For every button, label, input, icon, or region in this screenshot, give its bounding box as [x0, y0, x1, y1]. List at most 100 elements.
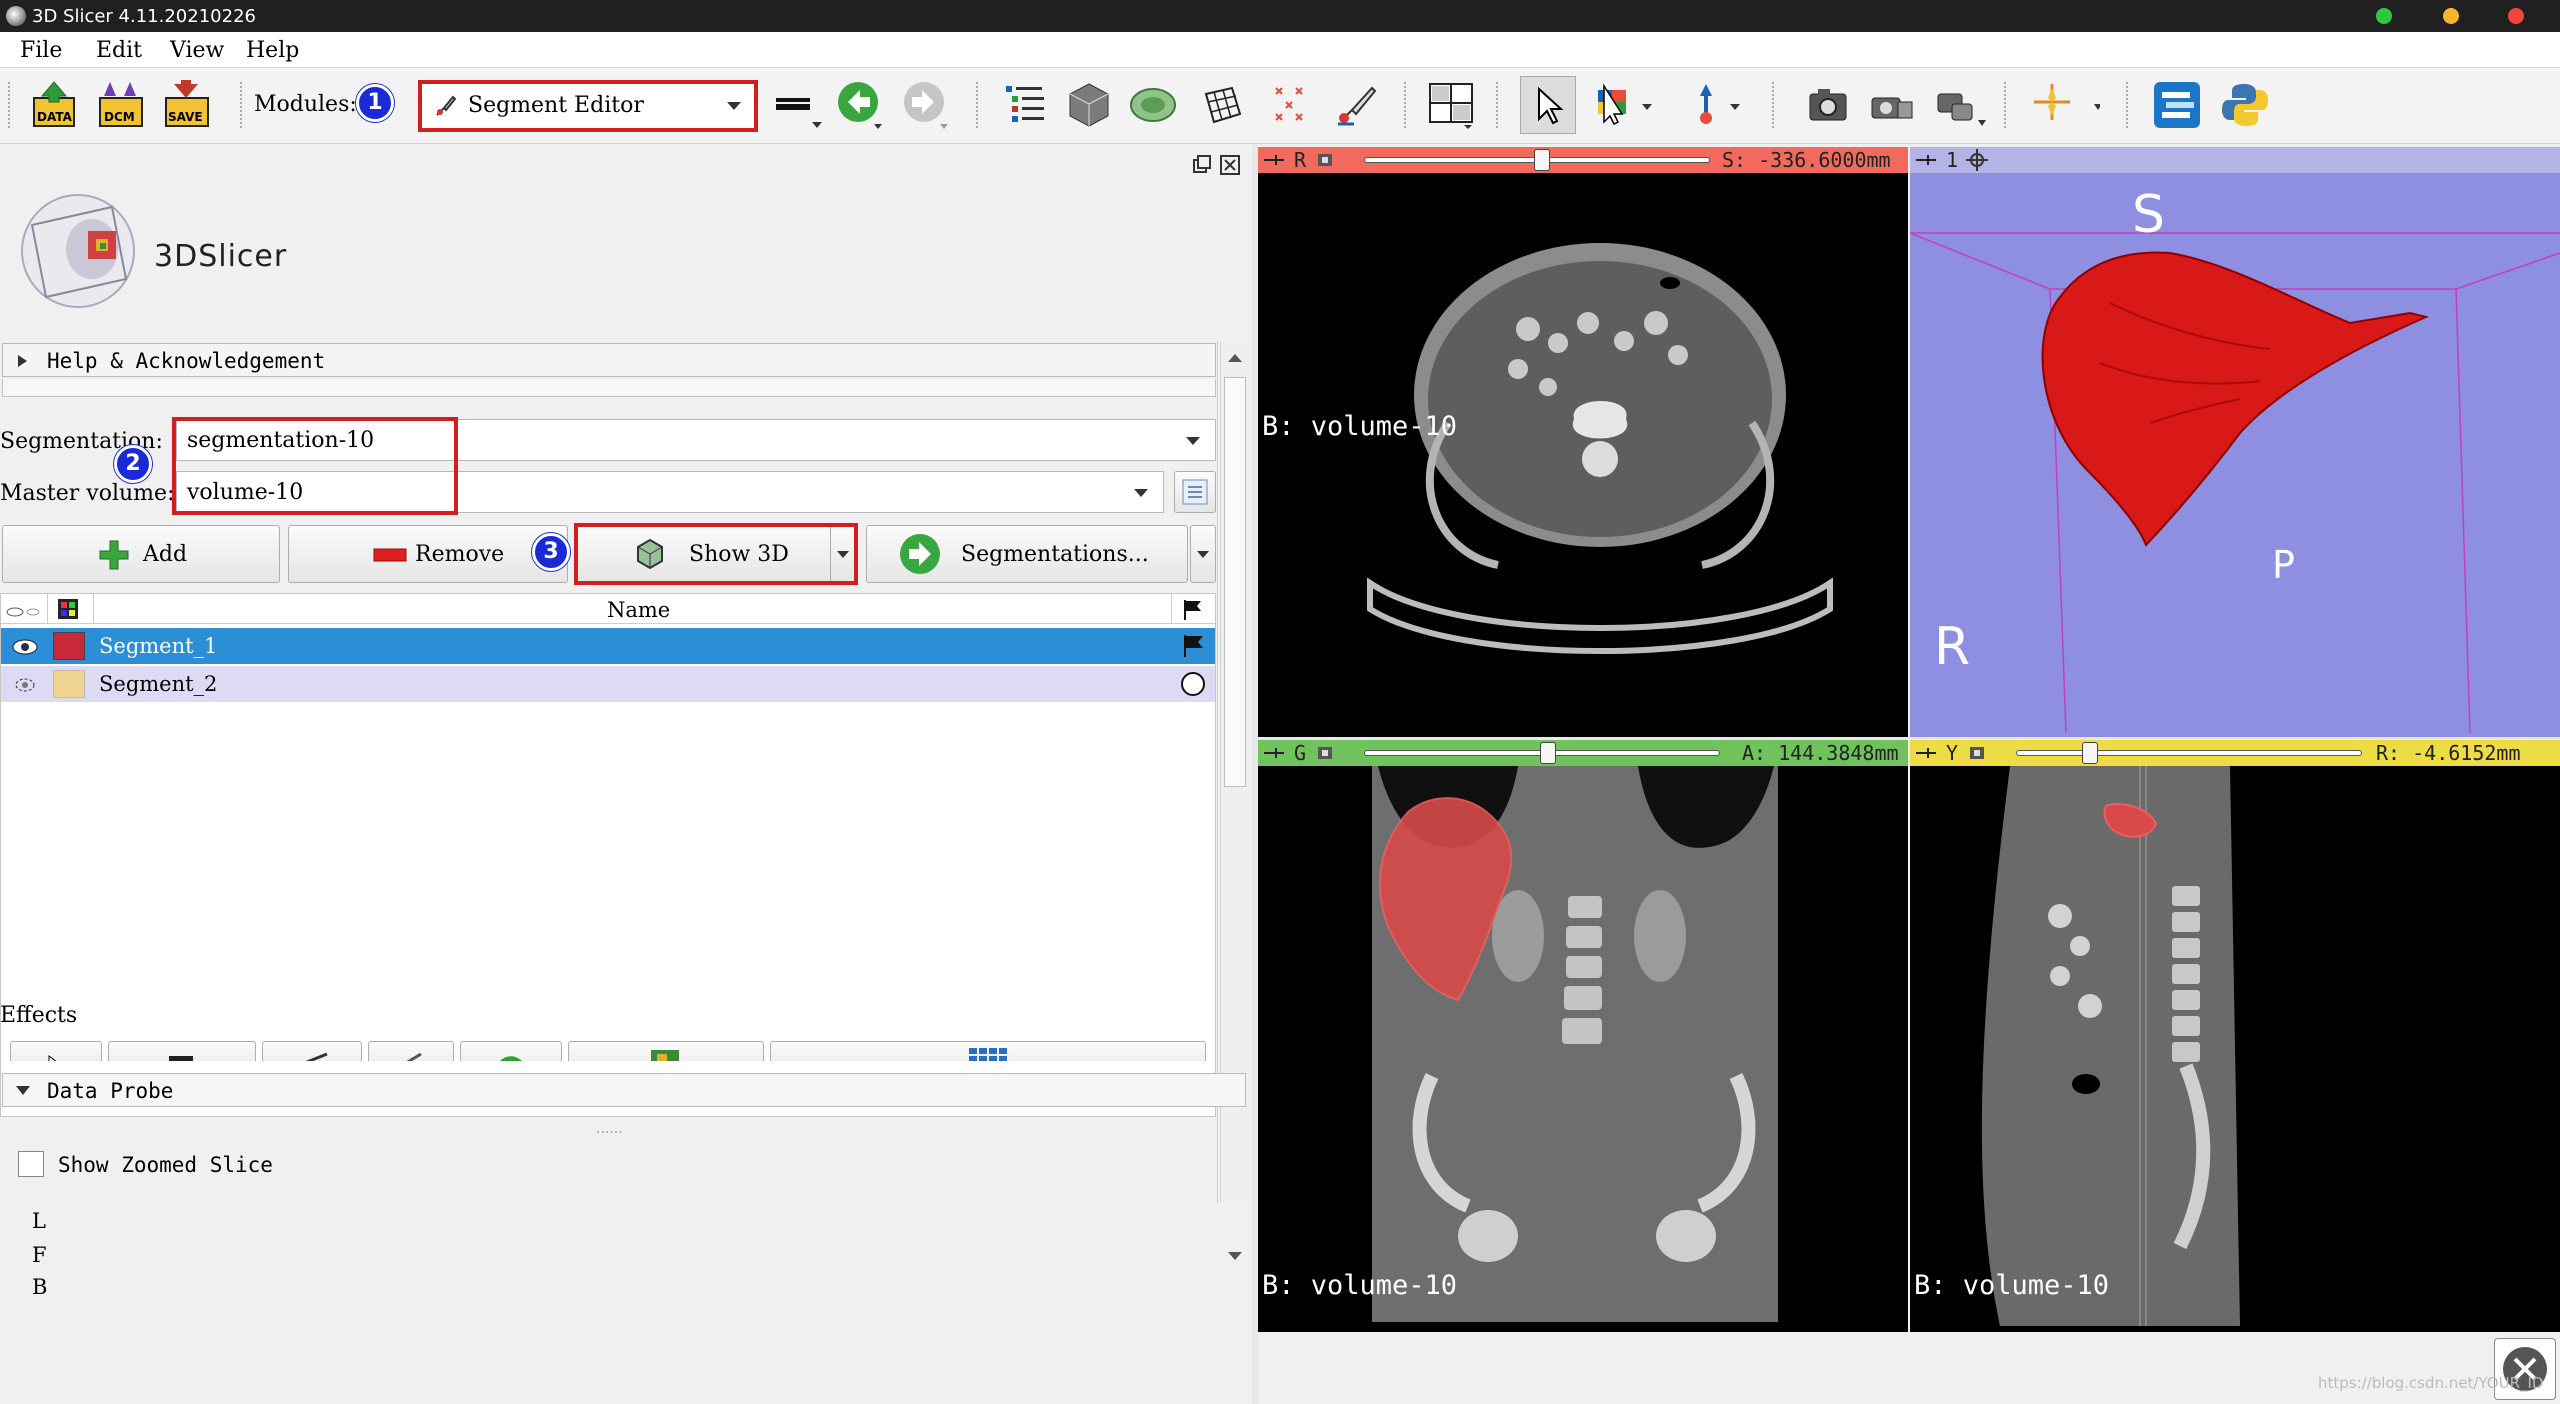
master-volume-options-button[interactable] — [1174, 471, 1216, 513]
visibility-header-icon — [6, 607, 40, 617]
view-transform-mode-button[interactable] — [1520, 76, 1576, 134]
green-slice-view[interactable]: G A: 144.3848mm B: volume-10 — [1258, 740, 1908, 1332]
chevron-down-icon — [1197, 551, 1209, 558]
data-module-button[interactable] — [1002, 80, 1052, 130]
title-bar: 3D Slicer 4.11.20210226 — [0, 0, 2560, 32]
yellow-offset-slider[interactable] — [2016, 750, 2362, 756]
minimize-dot-icon[interactable] — [2443, 8, 2459, 24]
yellow-slice-view[interactable]: Y R: -4.6152mm B: volume-10 — [1910, 740, 2560, 1332]
toolbar-grip — [1772, 82, 1776, 128]
arrow-right-icon — [900, 534, 940, 574]
center-view-icon[interactable] — [1966, 149, 1988, 171]
segmentations-module-button[interactable]: Segmentations... — [866, 525, 1188, 583]
highlight-box-segmentation — [172, 417, 458, 515]
markups-module-button[interactable] — [1264, 80, 1314, 130]
plus-icon — [99, 540, 129, 570]
name-column-header[interactable]: Name — [607, 598, 670, 622]
segment-color-swatch[interactable] — [53, 670, 85, 698]
table-row[interactable]: Segment_2 — [1, 666, 1215, 702]
scrollbar-thumb[interactable] — [1224, 377, 1246, 787]
chevron-up-icon[interactable] — [1227, 353, 1243, 363]
status-circle-icon[interactable] — [1179, 670, 1207, 698]
effect-paint-button[interactable] — [108, 1041, 256, 1061]
menu-file[interactable]: File — [20, 38, 62, 63]
yellow-offset-slider-handle[interactable] — [2082, 742, 2098, 764]
menu-view[interactable]: View — [170, 38, 224, 63]
segment-name[interactable]: Segment_2 — [99, 672, 217, 696]
pin-icon[interactable] — [1262, 150, 1286, 170]
threed-view[interactable]: 1 S P R — [1910, 147, 2560, 737]
link-icon[interactable] — [1314, 743, 1336, 763]
link-icon[interactable] — [1314, 150, 1336, 170]
probe-f-label: F — [32, 1243, 47, 1267]
eye-hidden-icon[interactable] — [11, 674, 39, 696]
pin-icon[interactable] — [1914, 150, 1938, 170]
python-console-button[interactable] — [2220, 80, 2270, 130]
draw-icon — [305, 1052, 328, 1061]
dicom-button[interactable]: DCM — [96, 80, 146, 130]
scene-view-button[interactable] — [1868, 80, 1918, 130]
red-slice-view[interactable]: R S: -336.6000mm B: volume-10 — [1258, 147, 1908, 737]
table-row[interactable]: Segment_1 — [1, 628, 1215, 664]
menu-edit[interactable]: Edit — [96, 38, 142, 63]
menu-help[interactable]: Help — [246, 38, 299, 63]
remove-segment-button[interactable]: Remove — [288, 525, 568, 583]
erase-icon — [406, 1052, 422, 1061]
effect-level-tracing-button[interactable] — [460, 1041, 562, 1061]
layout-selector-button[interactable] — [1426, 80, 1476, 130]
segment-color-swatch[interactable] — [53, 632, 85, 660]
volumes-module-button[interactable] — [1064, 80, 1114, 130]
forward-button[interactable] — [902, 80, 952, 130]
maximize-dot-icon[interactable] — [2376, 8, 2392, 24]
effect-none-button[interactable] — [10, 1041, 102, 1061]
paint-icon — [169, 1056, 193, 1061]
green-offset-slider-handle[interactable] — [1540, 742, 1556, 764]
show-zoomed-slice-checkbox[interactable] — [18, 1151, 44, 1177]
data-probe-section[interactable]: Data Probe — [2, 1073, 1246, 1107]
chevron-down-icon[interactable] — [1227, 1251, 1243, 1261]
place-fiducial-button[interactable] — [1684, 80, 1740, 130]
chevron-down-icon — [1186, 437, 1200, 445]
eye-visible-icon[interactable] — [11, 636, 39, 658]
add-segment-button[interactable]: Add — [2, 525, 280, 583]
crosshair-button[interactable] — [2030, 80, 2102, 130]
models-module-button[interactable] — [1128, 80, 1178, 130]
undock-icon[interactable] — [1192, 155, 1212, 175]
back-button[interactable] — [836, 80, 886, 130]
arrow-right-icon — [904, 82, 948, 129]
layout-dropdown-button[interactable] — [776, 80, 826, 130]
modules-label: Modules: — [254, 92, 357, 117]
segment-name[interactable]: Segment_1 — [99, 634, 217, 658]
main-toolbar: DATA DCM SAVE Modules: 1 Segment Editor — [0, 68, 2560, 144]
pin-icon[interactable] — [1262, 743, 1286, 763]
tree-list-icon — [1006, 86, 1044, 122]
effect-draw-button[interactable] — [262, 1041, 362, 1061]
toolbar-grip — [1496, 82, 1500, 128]
link-icon[interactable] — [1966, 743, 1988, 763]
effect-islands-button[interactable] — [770, 1041, 1206, 1061]
help-section[interactable]: Help & Acknowledgement — [2, 343, 1216, 377]
close-panel-icon[interactable] — [1220, 155, 1240, 175]
effect-grow-from-seeds-button[interactable] — [568, 1041, 764, 1061]
probe-l-label: L — [32, 1209, 46, 1233]
help-section-body — [2, 379, 1216, 397]
close-dot-icon[interactable] — [2508, 8, 2524, 24]
screenshot-button[interactable] — [1804, 80, 1854, 130]
segmentations-menu-button[interactable] — [1190, 525, 1216, 583]
effect-erase-button[interactable] — [368, 1041, 454, 1061]
red-offset-slider-handle[interactable] — [1534, 149, 1550, 171]
transforms-module-button[interactable] — [1196, 80, 1246, 130]
step-badge-2: 2 — [114, 445, 152, 483]
save-button[interactable]: SAVE — [162, 80, 212, 130]
capture-button[interactable] — [1934, 80, 1986, 130]
flag-icon[interactable] — [1181, 633, 1207, 659]
chevron-down-icon — [1134, 489, 1148, 497]
pin-icon[interactable] — [1914, 743, 1938, 763]
splitter-handle[interactable]: ...... — [596, 1121, 623, 1137]
load-data-button[interactable]: DATA — [30, 80, 80, 130]
segment-editor-module-button[interactable] — [1332, 80, 1382, 130]
show-zoomed-slice-label[interactable]: Show Zoomed Slice — [58, 1153, 273, 1177]
extension-manager-button[interactable] — [2152, 80, 2202, 130]
cursor-arrow-icon — [1538, 86, 1564, 125]
window-level-button[interactable] — [1594, 80, 1652, 130]
